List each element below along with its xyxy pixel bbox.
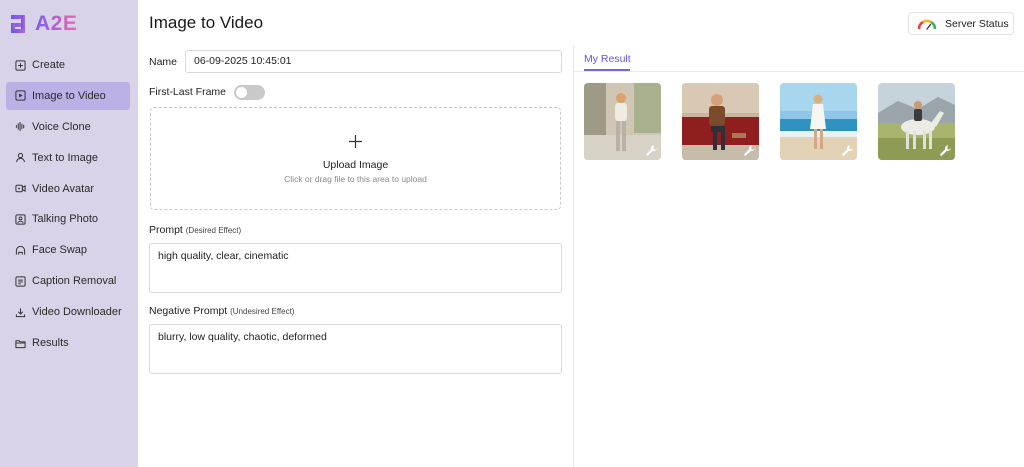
wrench-icon[interactable] (743, 144, 756, 157)
first-last-frame-toggle[interactable] (234, 84, 266, 100)
negative-prompt-label: Negative Prompt (Undesired Effect) (149, 305, 294, 317)
prompt-textarea[interactable]: high quality, clear, cinematic (149, 243, 562, 293)
negative-prompt-label-text: Negative Prompt (149, 305, 228, 317)
sidebar-item-label: Image to Video (32, 89, 106, 102)
portrait-icon (15, 214, 26, 225)
server-status-label: Server Status (945, 17, 1009, 30)
face-swap-icon (15, 245, 26, 256)
prompt-label: Prompt (Desired Effect) (149, 224, 241, 236)
sidebar-item-image-to-video[interactable]: Image to Video (6, 81, 130, 110)
plus-square-icon (15, 59, 26, 71)
panel-divider (573, 46, 574, 467)
sidebar-item-label: Video Avatar (32, 182, 94, 195)
generation-form: Name 06-09-2025 10:45:01 First-Last Fram… (149, 50, 562, 374)
video-camera-icon (15, 183, 26, 194)
logo-mark-icon (11, 15, 25, 33)
prompt-label-text: Prompt (149, 224, 183, 236)
sidebar-item-talking-photo[interactable]: Talking Photo (6, 205, 130, 233)
logo-text: A2E (35, 12, 78, 35)
sidebar-item-video-avatar[interactable]: Video Avatar (6, 175, 130, 203)
page-title: Image to Video (149, 13, 264, 32)
upload-title: Upload Image (322, 159, 389, 171)
sidebar-item-label: Results (32, 337, 69, 350)
name-input[interactable]: 06-09-2025 10:45:01 (185, 50, 562, 73)
wrench-icon[interactable] (841, 144, 854, 157)
wrench-icon[interactable] (939, 144, 952, 157)
sidebar-item-label: Video Downloader (32, 306, 122, 319)
folder-icon (15, 338, 26, 349)
result-thumbnail-2[interactable] (682, 83, 759, 160)
sidebar-item-video-downloader[interactable]: Video Downloader (6, 298, 130, 326)
tab-my-result[interactable]: My Result (584, 53, 631, 65)
image-play-icon (15, 90, 26, 101)
upload-hint: Click or drag file to this area to uploa… (284, 174, 427, 184)
sidebar-item-results[interactable]: Results (6, 329, 130, 357)
sidebar-item-label: Face Swap (32, 244, 88, 257)
logo[interactable]: A2E (10, 12, 77, 36)
result-thumbnail-1[interactable] (584, 83, 661, 160)
upload-image-dropzone[interactable]: Upload Image Click or drag file to this … (150, 107, 561, 210)
gauge-icon (917, 19, 937, 30)
name-label: Name (149, 56, 178, 68)
negative-prompt-textarea[interactable]: blurry, low quality, chaotic, deformed (149, 324, 562, 374)
sidebar-item-text-to-image[interactable]: Text to Image (6, 144, 130, 172)
results-tabs: My Result (574, 46, 1024, 72)
result-thumbnail-3[interactable] (780, 83, 857, 160)
wrench-icon[interactable] (645, 144, 658, 157)
sidebar-item-label: Talking Photo (32, 213, 99, 226)
person-icon (15, 152, 26, 163)
result-thumbnail-4[interactable] (878, 83, 955, 160)
caption-icon (15, 276, 26, 287)
sidebar-nav: Create Image to Video Voice Clone Text t… (6, 51, 130, 360)
sidebar-item-label: Caption Removal (32, 275, 117, 288)
first-last-frame-row: First-Last Frame (149, 84, 266, 100)
server-status-button[interactable]: Server Status (908, 12, 1014, 35)
sidebar-item-caption-removal[interactable]: Caption Removal (6, 267, 130, 295)
sidebar-item-label: Create (32, 59, 66, 71)
waveform-icon (15, 121, 26, 132)
first-last-frame-label: First-Last Frame (149, 86, 227, 98)
sidebar: A2E Create Image to Video Voice Clone Te… (0, 0, 138, 467)
active-tab-indicator (584, 69, 630, 71)
sidebar-item-voice-clone[interactable]: Voice Clone (6, 113, 130, 141)
download-icon (15, 307, 26, 318)
sidebar-item-create[interactable]: Create (6, 51, 130, 79)
sidebar-item-label: Text to Image (32, 151, 99, 164)
prompt-label-hint: (Desired Effect) (185, 226, 242, 235)
plus-icon (349, 135, 362, 148)
negative-prompt-label-hint: (Undesired Effect) (230, 307, 295, 316)
sidebar-item-face-swap[interactable]: Face Swap (6, 236, 130, 264)
toggle-knob (236, 86, 248, 98)
sidebar-item-label: Voice Clone (32, 120, 91, 133)
name-row: Name 06-09-2025 10:45:01 (149, 50, 562, 74)
